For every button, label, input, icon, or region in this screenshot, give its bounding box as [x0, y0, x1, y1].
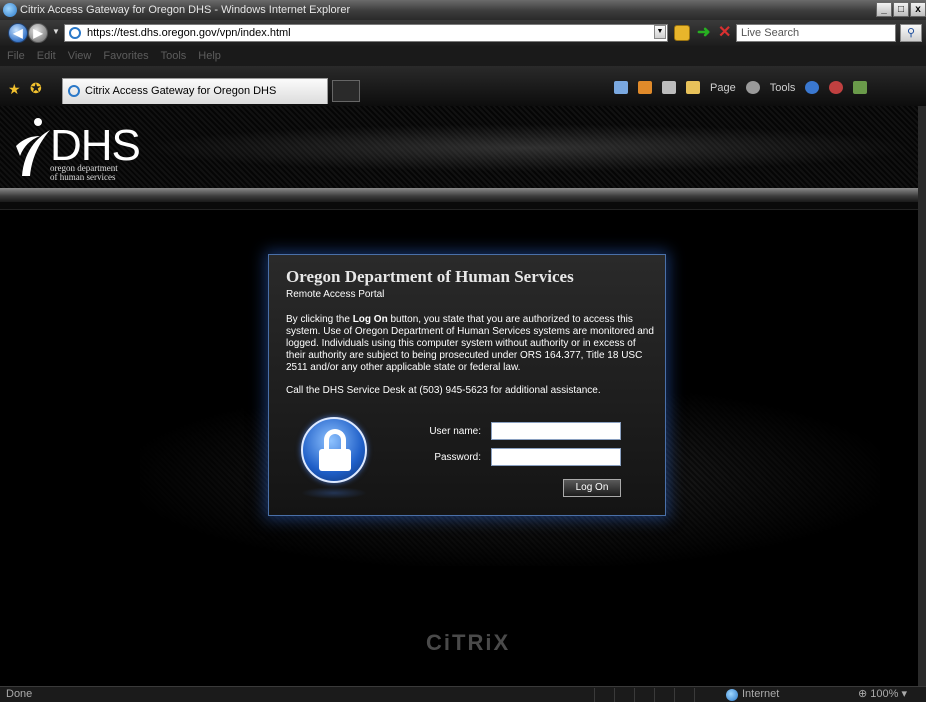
- zone-label: Internet: [742, 688, 780, 700]
- search-input[interactable]: Live Search: [736, 24, 896, 42]
- stop-icon[interactable]: ✕: [718, 24, 731, 42]
- login-subtitle: Remote Access Portal: [286, 289, 385, 300]
- notice-pre: By clicking the: [286, 314, 353, 325]
- dhs-header: DHS oregon department of human services: [0, 106, 918, 188]
- status-cell: [594, 688, 614, 702]
- menu-bar: File Edit View Favorites Tools Help: [0, 46, 926, 66]
- menu-view[interactable]: View: [68, 46, 92, 66]
- feeds-icon[interactable]: [638, 81, 652, 94]
- legal-notice: By clicking the Log On button, you state…: [286, 314, 656, 374]
- page-icon-cmd: [686, 81, 700, 94]
- extras-icon[interactable]: [853, 81, 868, 94]
- go-arrow-icon[interactable]: ➜: [697, 24, 710, 42]
- padlock-icon: [301, 417, 367, 483]
- tab-page-icon: [68, 85, 80, 97]
- logo-sub-line-2: of human services: [50, 172, 116, 182]
- print-icon[interactable]: [662, 81, 676, 94]
- padlock-reflection: [301, 487, 367, 499]
- recent-pages-dropdown[interactable]: ▼: [52, 27, 60, 36]
- menu-favorites[interactable]: Favorites: [103, 46, 148, 66]
- page-icon: [69, 27, 81, 39]
- header-glow: [140, 124, 918, 172]
- dhs-swoosh-icon: [16, 118, 50, 176]
- window-controls: _ □ x: [876, 2, 926, 17]
- research-icon[interactable]: [829, 81, 844, 94]
- login-title: Oregon Department of Human Services: [286, 267, 574, 286]
- status-cell: [674, 688, 694, 702]
- status-cell: [614, 688, 634, 702]
- header-band-dark: [0, 202, 918, 210]
- home-icon[interactable]: [614, 81, 628, 94]
- window-title: Citrix Access Gateway for Oregon DHS - W…: [20, 4, 351, 16]
- tab-citrix-gateway[interactable]: Citrix Access Gateway for Oregon DHS: [62, 78, 328, 104]
- menu-file[interactable]: File: [7, 46, 25, 66]
- tools-gear-icon: [745, 81, 760, 94]
- status-cells: [594, 688, 714, 702]
- security-lock-icon[interactable]: [674, 25, 690, 41]
- back-button[interactable]: ◀: [8, 23, 28, 43]
- login-panel: Oregon Department of Human Services Remo…: [268, 254, 666, 516]
- security-zone[interactable]: Internet: [724, 687, 779, 702]
- url-field[interactable]: https://test.dhs.oregon.gov/vpn/index.ht…: [64, 24, 668, 42]
- dhs-logo-text: DHS: [50, 121, 141, 170]
- zoom-level[interactable]: ⊕ 100% ▾: [858, 687, 907, 702]
- close-button[interactable]: x: [910, 2, 926, 17]
- command-bar: Page Tools: [614, 81, 868, 94]
- status-cell: [654, 688, 674, 702]
- window-title-bar: Citrix Access Gateway for Oregon DHS - W…: [0, 0, 926, 20]
- dhs-logo-subtitle: oregon department of human services: [50, 164, 118, 182]
- header-band: [0, 188, 918, 202]
- maximize-button[interactable]: □: [893, 2, 909, 17]
- zoom-value: 100%: [870, 688, 899, 700]
- globe-icon: [726, 689, 738, 701]
- padlock-body: [319, 449, 351, 471]
- tab-bar: ★ ✪ Citrix Access Gateway for Oregon DHS…: [0, 66, 926, 106]
- search-placeholder: Live Search: [741, 27, 800, 39]
- favorites-star-icon[interactable]: ★: [8, 81, 21, 98]
- url-text: https://test.dhs.oregon.gov/vpn/index.ht…: [87, 27, 291, 39]
- status-cell: [634, 688, 654, 702]
- status-text: Done: [6, 688, 33, 700]
- status-cell: [694, 688, 714, 702]
- password-field[interactable]: [491, 448, 621, 466]
- menu-help[interactable]: Help: [198, 46, 221, 66]
- log-on-button[interactable]: Log On: [563, 479, 621, 497]
- notice-bold: Log On: [352, 314, 388, 325]
- vertical-scrollbar[interactable]: [918, 106, 926, 686]
- status-bar: Done Internet ⊕ 100% ▾: [0, 686, 926, 702]
- add-favorite-icon[interactable]: ✪: [30, 80, 42, 97]
- url-dropdown-button[interactable]: ▼: [654, 25, 666, 39]
- username-field[interactable]: [491, 422, 621, 440]
- menu-tools[interactable]: Tools: [161, 46, 187, 66]
- ie-logo-icon: [3, 3, 17, 17]
- service-desk-text: Call the DHS Service Desk at (503) 945-5…: [286, 385, 601, 396]
- new-tab-button[interactable]: [332, 80, 360, 102]
- help-icon[interactable]: [805, 81, 820, 94]
- menu-edit[interactable]: Edit: [37, 46, 56, 66]
- forward-button[interactable]: ▶: [28, 23, 48, 43]
- address-bar: ◀ ▶ ▼ https://test.dhs.oregon.gov/vpn/in…: [0, 20, 926, 46]
- tools-menu[interactable]: Tools: [770, 82, 796, 94]
- page-menu[interactable]: Page: [710, 82, 736, 94]
- search-button[interactable]: ⚲: [900, 24, 922, 42]
- password-label: Password:: [434, 452, 481, 463]
- page-viewport: DHS oregon department of human services …: [0, 106, 918, 686]
- minimize-button[interactable]: _: [876, 2, 892, 17]
- username-label: User name:: [429, 426, 481, 437]
- tab-label: Citrix Access Gateway for Oregon DHS: [85, 85, 277, 97]
- citrix-logo: CiTRiX: [426, 630, 511, 655]
